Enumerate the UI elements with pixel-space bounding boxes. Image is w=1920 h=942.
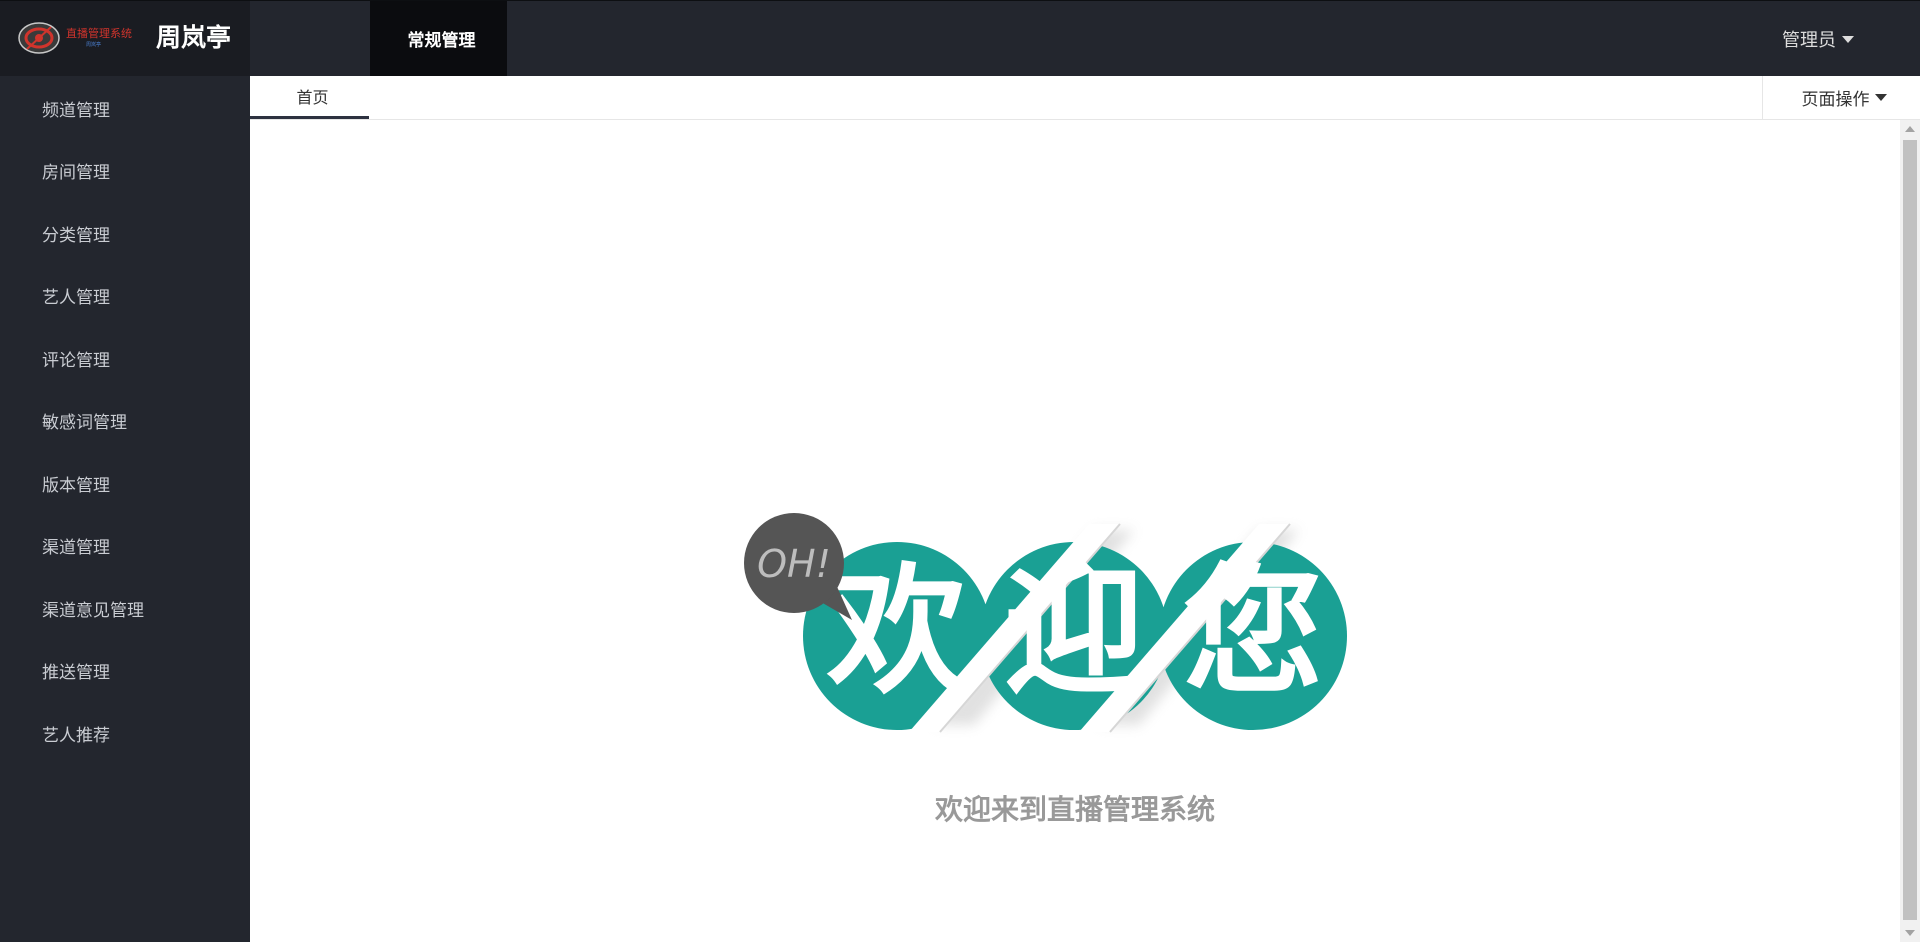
sidebar-item-label: 频道管理 (42, 100, 110, 121)
sidebar-item-label: 评论管理 (42, 350, 110, 371)
sidebar-item-label: 艺人管理 (42, 287, 110, 308)
brand-name: 周岚亭 (156, 23, 232, 52)
welcome-char-1: 欢 (826, 551, 968, 714)
top-nav-label: 常规管理 (407, 31, 476, 51)
page-operations-label: 页面操作 (1801, 90, 1870, 110)
tab-bar: 首页 页面操作 (250, 76, 1920, 120)
fullscreen-icon[interactable] (1876, 25, 1900, 53)
sidebar-item-artist[interactable]: 艺人管理 (0, 275, 250, 315)
sidebar-item-label: 分类管理 (42, 225, 110, 246)
sidebar-item-label: 推送管理 (42, 662, 110, 683)
welcome-graphic: 欢 迎 您 OH! (744, 513, 1347, 733)
user-menu[interactable]: 管理员 (1782, 25, 1854, 53)
user-name: 管理员 (1782, 30, 1836, 51)
sidebar-item-label: 版本管理 (42, 475, 110, 496)
welcome-message: 欢迎来到直播管理系统 (934, 793, 1215, 826)
logo-text: 直播管理系统 (66, 27, 132, 40)
page-operations-dropdown[interactable]: 页面操作 (1762, 76, 1920, 119)
chevron-down-icon (1874, 94, 1887, 101)
logo[interactable]: 直播管理系统 周岚亭 周岚亭 (0, 1, 250, 76)
sidebar-item-sensitive-words[interactable]: 敏感词管理 (0, 400, 250, 440)
top-bar: 直播管理系统 周岚亭 周岚亭 常规管理 管理员 (0, 0, 1920, 76)
welcome-char-2: 迎 (1004, 551, 1144, 714)
logo-subtext: 周岚亭 (86, 42, 102, 48)
sidebar-item-label: 渠道意见管理 (42, 600, 144, 621)
sidebar-item-label: 敏感词管理 (42, 412, 127, 433)
sidebar-item-comment[interactable]: 评论管理 (0, 338, 250, 378)
scroll-thumb[interactable] (1903, 140, 1917, 920)
scroll-down-arrow-icon[interactable] (1900, 924, 1920, 942)
sidebar-item-room[interactable]: 房间管理 (0, 150, 250, 190)
speech-bubble-text: OH! (757, 542, 831, 586)
logo-emblem-icon (18, 22, 60, 54)
sidebar-item-artist-recommend[interactable]: 艺人推荐 (0, 713, 250, 753)
tab-home-label: 首页 (296, 88, 329, 107)
sidebar-item-channel[interactable]: 频道管理 (0, 88, 250, 128)
sidebar-item-distribution-feedback[interactable]: 渠道意见管理 (0, 588, 250, 628)
vertical-scrollbar[interactable] (1900, 120, 1920, 942)
welcome-char-3: 您 (1183, 551, 1323, 714)
sidebar-item-label: 房间管理 (42, 162, 110, 183)
sidebar-item-version[interactable]: 版本管理 (0, 463, 250, 503)
sidebar-item-label: 渠道管理 (42, 537, 110, 558)
sidebar: 频道管理 房间管理 分类管理 艺人管理 评论管理 敏感词管理 版本管理 渠道管理… (0, 76, 250, 942)
tab-home[interactable]: 首页 (250, 76, 369, 119)
top-nav-regular-management[interactable]: 常规管理 (370, 1, 507, 76)
sidebar-item-distribution[interactable]: 渠道管理 (0, 525, 250, 565)
sidebar-item-push[interactable]: 推送管理 (0, 650, 250, 690)
chevron-down-icon (1842, 35, 1854, 43)
sidebar-toggle-icon[interactable] (294, 25, 334, 55)
sidebar-item-category[interactable]: 分类管理 (0, 213, 250, 253)
sidebar-item-label: 艺人推荐 (42, 725, 110, 746)
main-content: 欢 迎 您 OH! 欢迎来到直播管理系统 (250, 120, 1900, 942)
scroll-up-arrow-icon[interactable] (1900, 120, 1920, 138)
